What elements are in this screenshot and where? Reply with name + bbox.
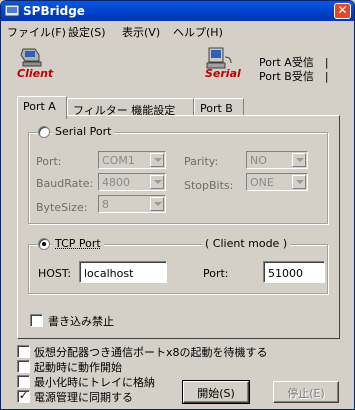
baudrate-select[interactable]: 4800 — [98, 173, 166, 191]
baudrate-value: 4800 — [102, 176, 130, 189]
bytesize-label: ByteSize: — [36, 201, 88, 214]
app-window: SPBridge ✕ ファイル(F) 設定(S) 表示(V) ヘルプ(H) Cl… — [0, 0, 355, 410]
wait-virtual-port-checkbox[interactable] — [17, 345, 30, 358]
window-title: SPBridge — [23, 4, 85, 18]
title-bar[interactable]: SPBridge ✕ — [1, 1, 354, 21]
power-sync-label: 電源管理に同期する — [34, 391, 133, 404]
parity-value: NO — [250, 154, 267, 167]
wait-virtual-port-label: 仮想分配器つき通信ポートx8の起動を待機する — [34, 346, 268, 359]
stopbits-label: StopBits: — [184, 179, 234, 192]
baudrate-label: BaudRate: — [36, 177, 94, 190]
tcp-port-label: TCP Port — [52, 237, 104, 250]
bytesize-value: 8 — [102, 198, 109, 211]
bytesize-select[interactable]: 8 — [98, 195, 166, 213]
minimize-to-tray-label: 最小化時にトレイに格納 — [34, 376, 155, 389]
start-button[interactable]: 開始(S) — [182, 380, 250, 404]
tab-port-a[interactable]: Port A — [17, 96, 67, 119]
menu-view[interactable]: 表示(V) — [122, 24, 160, 40]
serial-port-select[interactable]: COM1 — [98, 151, 166, 169]
tcp-port-number-label: Port: — [203, 267, 229, 280]
serial-label: Serial — [205, 67, 241, 80]
stopbits-select[interactable]: ONE — [246, 173, 308, 191]
serial-port-label: Serial Port — [52, 125, 115, 138]
start-on-launch-checkbox[interactable] — [17, 360, 30, 373]
menu-settings[interactable]: 設定(S) — [68, 24, 106, 40]
tcp-port-input[interactable] — [263, 261, 325, 283]
write-protect-checkbox[interactable] — [30, 314, 43, 327]
client-label: Client — [17, 67, 54, 80]
chevron-down-icon[interactable] — [150, 197, 164, 211]
host-label: HOST: — [38, 267, 72, 280]
write-protect-label: 書き込み禁止 — [48, 315, 114, 328]
port-b-status: Port B受信 | — [259, 70, 329, 83]
serial-port-radio[interactable] — [38, 126, 50, 138]
stopbits-value: ONE — [250, 176, 274, 189]
parity-select[interactable]: NO — [246, 151, 308, 169]
menu-help[interactable]: ヘルプ(H) — [173, 24, 223, 40]
radio-selected-dot — [42, 242, 46, 246]
chevron-down-icon[interactable] — [150, 175, 164, 189]
chevron-down-icon[interactable] — [150, 153, 164, 167]
host-input[interactable] — [79, 261, 167, 283]
chevron-down-icon[interactable] — [292, 175, 306, 189]
serial-port-port-label: Port: — [36, 155, 62, 168]
tcp-port-radio[interactable] — [38, 238, 50, 250]
menu-file[interactable]: ファイル(F) — [7, 24, 66, 40]
close-button[interactable]: ✕ — [334, 3, 351, 19]
serial-port-value: COM1 — [102, 154, 135, 167]
tab-panel-port-a: Serial Port Port: COM1 BaudRate: 4800 By… — [17, 115, 340, 339]
chevron-down-icon[interactable] — [292, 153, 306, 167]
start-on-launch-label: 起動時に動作開始 — [34, 361, 122, 374]
stop-button[interactable]: 停止(E) — [273, 381, 339, 403]
app-icon — [4, 4, 20, 17]
client-icon — [20, 48, 42, 67]
client-mode-label: ( Client mode ) — [202, 237, 291, 250]
menu-bar: ファイル(F) 設定(S) 表示(V) ヘルプ(H) — [1, 21, 354, 41]
power-sync-checkbox[interactable]: ✓ — [17, 390, 30, 403]
check-icon: ✓ — [18, 389, 29, 402]
parity-label: Parity: — [184, 155, 219, 168]
minimize-to-tray-checkbox[interactable] — [17, 375, 30, 388]
